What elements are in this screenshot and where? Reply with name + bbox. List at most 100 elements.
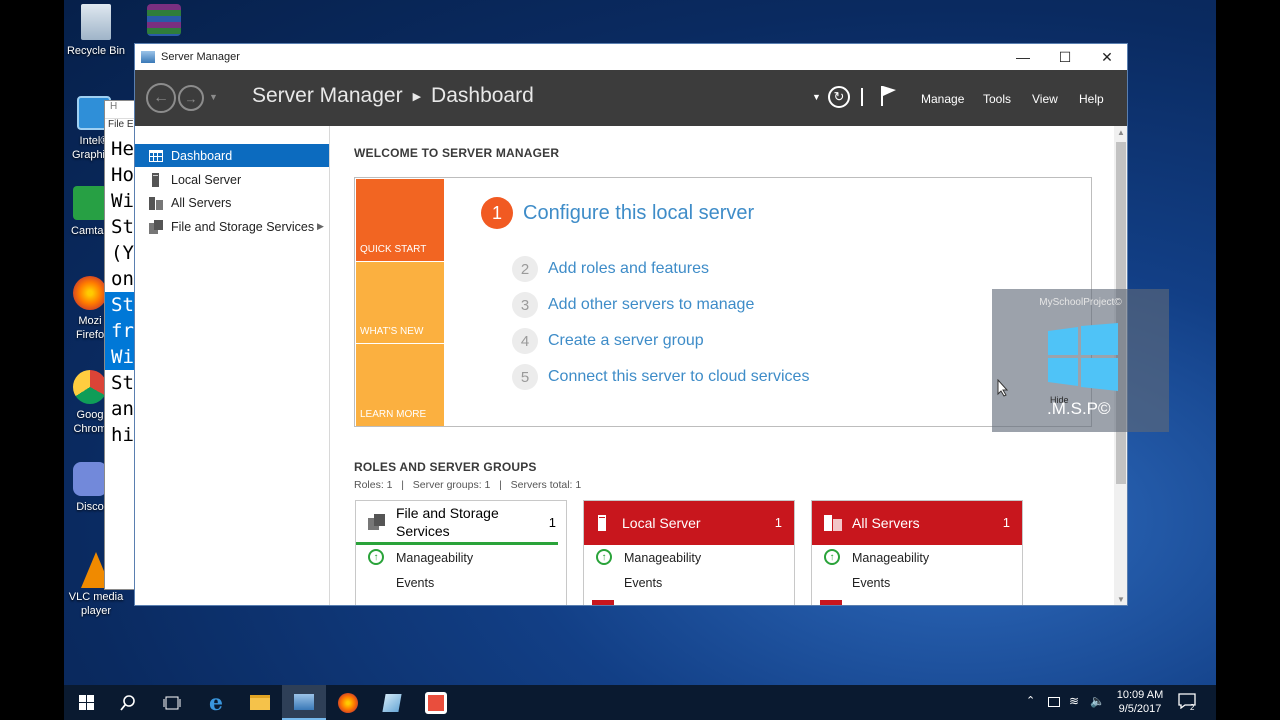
clock[interactable]: 10:09 AM 9/5/2017 xyxy=(1112,688,1168,716)
notifications-button[interactable] xyxy=(880,85,898,107)
events-row[interactable]: Events xyxy=(812,570,1022,595)
winrar-icon[interactable] xyxy=(124,4,204,40)
server-manager-app-icon xyxy=(141,51,155,63)
action-center-button[interactable]: 2 xyxy=(1178,693,1200,713)
help-menu[interactable]: Help xyxy=(1079,92,1104,106)
manage-menu[interactable]: Manage xyxy=(921,92,964,106)
title-bar[interactable]: Server Manager — ☐ ✕ xyxy=(135,44,1127,70)
firefox-taskbar-button[interactable] xyxy=(326,685,370,720)
volume-muted-icon[interactable]: 🔈 xyxy=(1090,694,1105,708)
camtasia-taskbar-button[interactable] xyxy=(414,685,458,720)
view-menu[interactable]: View xyxy=(1032,92,1058,106)
start-button[interactable] xyxy=(64,685,108,720)
tools-menu[interactable]: Tools xyxy=(983,92,1011,106)
show-hidden-icons-icon[interactable]: ⌃ xyxy=(1026,694,1035,707)
search-button[interactable] xyxy=(106,685,150,720)
task-view-button[interactable] xyxy=(150,685,194,720)
edge-taskbar-button[interactable]: e xyxy=(194,685,238,720)
network-icon[interactable]: ≋ xyxy=(1069,694,1079,708)
role-card-header[interactable]: Local Server 1 xyxy=(584,501,794,545)
role-card-title: File and Storage Services xyxy=(396,504,499,539)
breadcrumb: Server Manager ▶ Dashboard xyxy=(252,84,534,108)
edge-icon: e xyxy=(209,689,223,716)
server-manager-taskbar-button[interactable] xyxy=(282,685,326,720)
sidebar-item-label: Dashboard xyxy=(171,148,233,163)
add-other-servers-link[interactable]: 3 Add other servers to manage xyxy=(512,292,754,318)
roles-summary: Roles: 1 | Server groups: 1 | Servers to… xyxy=(354,479,582,491)
expand-arrow-icon[interactable]: ▶ xyxy=(317,221,324,232)
server-manager-window[interactable]: Server Manager — ☐ ✕ ← → ▼ Server Manage… xyxy=(134,43,1128,606)
events-label: Events xyxy=(852,575,891,590)
step-label: Add other servers to manage xyxy=(548,296,755,313)
role-card-local-server[interactable]: Local Server 1 ↑ Manageability Events xyxy=(583,500,795,605)
sidebar-item-label: All Servers xyxy=(171,195,232,210)
whats-new-tile[interactable]: WHAT'S NEW xyxy=(356,262,444,343)
step-number: 3 xyxy=(512,292,538,318)
manageability-row[interactable]: ↑ Manageability xyxy=(356,545,566,570)
dashboard-icon xyxy=(149,149,163,163)
header-bar: ← → ▼ Server Manager ▶ Dashboard ▼ ↻ Man… xyxy=(135,70,1127,126)
back-button[interactable]: ← xyxy=(146,83,176,113)
camtasia-icon xyxy=(425,691,447,714)
notepad-taskbar-button[interactable] xyxy=(370,685,414,720)
scroll-up-icon[interactable]: ▲ xyxy=(1114,126,1127,140)
role-card-all-servers[interactable]: All Servers 1 ↑ Manageability Events xyxy=(811,500,1023,605)
role-card-count: 1 xyxy=(774,515,782,530)
close-button[interactable]: ✕ xyxy=(1086,44,1127,70)
role-card-count: 1 xyxy=(1002,515,1010,530)
refresh-button[interactable]: ↻ xyxy=(828,86,850,108)
sidebar-item-file-storage[interactable]: File and Storage Services ▶ xyxy=(135,215,329,238)
sidebar-item-label: File and Storage Services xyxy=(171,219,315,234)
back-arrow-icon: ← xyxy=(153,89,169,106)
quick-start-tile[interactable]: QUICK START xyxy=(356,179,444,261)
events-row[interactable]: Events xyxy=(356,570,566,595)
recycle-bin-label: Recycle Bin xyxy=(66,45,126,57)
step-number: 4 xyxy=(512,328,538,354)
breadcrumb-app[interactable]: Server Manager xyxy=(252,84,403,108)
window-title: Server Manager xyxy=(161,51,240,63)
step-label: Connect this server to cloud services xyxy=(548,368,810,385)
welcome-tile: QUICK START WHAT'S NEW LEARN MORE 1 Conf… xyxy=(354,177,1092,427)
learn-more-tile[interactable]: LEARN MORE xyxy=(356,344,444,426)
watermark-bottom-text: .M.S.P© xyxy=(1047,399,1111,418)
history-dropdown-icon[interactable]: ▼ xyxy=(209,92,218,102)
roles-heading: ROLES AND SERVER GROUPS xyxy=(354,460,537,474)
forward-arrow-icon: → xyxy=(184,90,198,106)
manageability-row[interactable]: ↑ Manageability xyxy=(584,545,794,570)
left-letterbox xyxy=(0,0,64,720)
configure-local-server-link[interactable]: 1 Configure this local server xyxy=(481,197,754,229)
welcome-heading: WELCOME TO SERVER MANAGER xyxy=(354,146,560,160)
right-letterbox xyxy=(1216,0,1280,720)
flag-icon xyxy=(881,86,896,106)
header-divider xyxy=(861,88,863,106)
role-card-file-storage[interactable]: File and Storage Services 1 ↑ Manageabili… xyxy=(355,500,567,605)
role-card-header[interactable]: All Servers 1 xyxy=(812,501,1022,545)
firefox-icon xyxy=(338,692,358,713)
add-roles-features-link[interactable]: 2 Add roles and features xyxy=(512,256,709,282)
search-icon xyxy=(120,694,135,711)
forward-button[interactable]: → xyxy=(178,85,204,111)
create-server-group-link[interactable]: 4 Create a server group xyxy=(512,328,704,354)
manageability-label: Manageability xyxy=(396,550,474,565)
scroll-down-icon[interactable]: ▼ xyxy=(1114,593,1127,605)
maximize-button[interactable]: ☐ xyxy=(1044,44,1086,70)
sidebar-item-dashboard[interactable]: Dashboard xyxy=(135,144,329,167)
manageability-row[interactable]: ↑ Manageability xyxy=(812,545,1022,570)
breadcrumb-separator-icon: ▶ xyxy=(412,90,422,103)
servers-icon xyxy=(149,196,163,210)
notepad-icon xyxy=(382,693,402,712)
notification-count-badge: 2 xyxy=(1190,703,1195,712)
step-number: 5 xyxy=(512,364,538,390)
file-storage-icon xyxy=(368,513,385,530)
sidebar-item-all-servers[interactable]: All Servers xyxy=(135,191,329,214)
sidebar-item-local-server[interactable]: Local Server xyxy=(135,168,329,191)
events-row[interactable]: Events xyxy=(584,570,794,595)
touch-keyboard-icon[interactable] xyxy=(1048,697,1060,707)
server-icon xyxy=(598,515,606,531)
step-label: Create a server group xyxy=(548,332,704,349)
minimize-button[interactable]: — xyxy=(1002,44,1044,70)
file-explorer-taskbar-button[interactable] xyxy=(238,685,282,720)
role-card-header[interactable]: File and Storage Services 1 xyxy=(356,501,558,545)
refresh-dropdown-icon[interactable]: ▼ xyxy=(812,92,821,102)
connect-cloud-services-link[interactable]: 5 Connect this server to cloud services xyxy=(512,364,809,390)
